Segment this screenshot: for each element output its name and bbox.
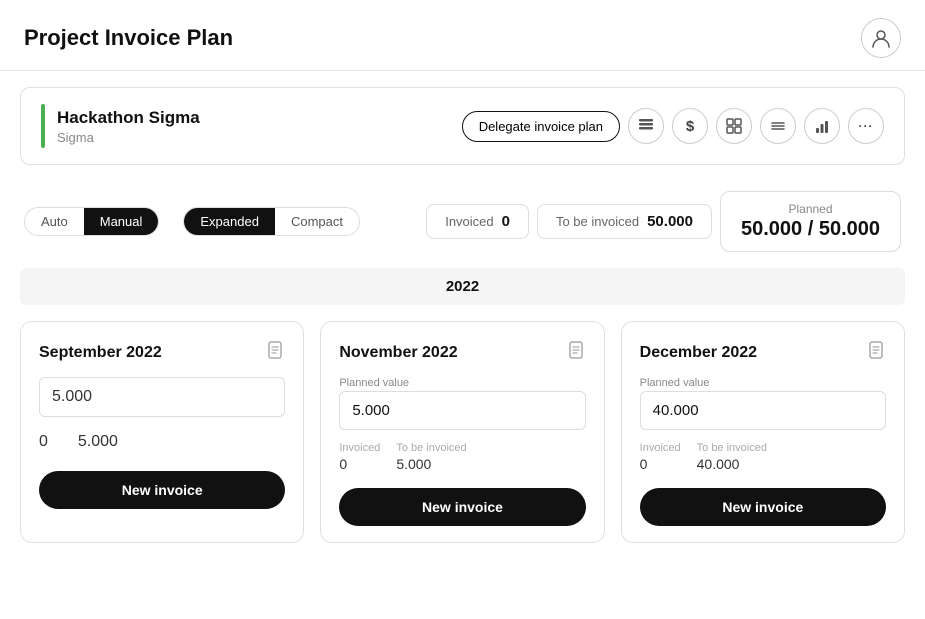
december-invoiced-label: Invoiced [640, 442, 681, 454]
november-title: November 2022 [339, 344, 457, 362]
project-info: Hackathon Sigma Sigma [41, 104, 200, 148]
december-planned-label: Planned value [640, 377, 886, 389]
december-planned-section: Planned value 40.000 [640, 377, 886, 430]
september-doc-icon[interactable] [265, 340, 285, 365]
invoiced-value: 0 [502, 213, 510, 230]
project-name: Hackathon Sigma [57, 108, 200, 128]
november-invoiced-stat: Invoiced 0 [339, 442, 380, 472]
november-invoiced-label: Invoiced [339, 442, 380, 454]
mode-toggle: Auto Manual [24, 207, 159, 236]
december-card: December 2022 Planned value 40.000 Invoi… [621, 321, 905, 543]
november-card: November 2022 Planned value 5.000 Invoic… [320, 321, 604, 543]
september-header: September 2022 [39, 340, 285, 365]
more-button[interactable]: ··· [848, 108, 884, 144]
december-new-invoice-button[interactable]: New invoice [640, 488, 886, 526]
project-text: Hackathon Sigma Sigma [57, 108, 200, 145]
to-be-invoiced-stat: To be invoiced 50.000 [537, 204, 712, 239]
auto-mode-button[interactable]: Auto [25, 208, 84, 235]
december-doc-icon[interactable] [866, 340, 886, 365]
december-to-be-invoiced-value: 40.000 [697, 456, 767, 472]
december-header: December 2022 [640, 340, 886, 365]
compact-view-button[interactable]: Compact [275, 208, 359, 235]
planned-label: Planned [741, 202, 880, 216]
toolbar: Auto Manual Expanded Compact Invoiced 0 … [0, 181, 925, 262]
project-actions: Delegate invoice plan $ ··· [462, 108, 884, 144]
november-to-be-invoiced-stat: To be invoiced 5.000 [396, 442, 466, 472]
november-invoiced-value: 0 [339, 456, 380, 472]
september-stats: 0 5.000 [39, 429, 285, 455]
november-stats: Invoiced 0 To be invoiced 5.000 [339, 442, 585, 472]
december-invoiced-stat: Invoiced 0 [640, 442, 681, 472]
dollar-button[interactable]: $ [672, 108, 708, 144]
stats-bar: Invoiced 0 To be invoiced 50.000 Planned… [426, 191, 901, 252]
accent-bar [41, 104, 45, 148]
december-to-be-invoiced-label: To be invoiced [697, 442, 767, 454]
november-doc-icon[interactable] [566, 340, 586, 365]
september-title: September 2022 [39, 344, 162, 362]
page-title: Project Invoice Plan [24, 25, 233, 51]
november-to-be-invoiced-value: 5.000 [396, 456, 466, 472]
more-icon: ··· [859, 119, 874, 133]
september-invoiced-value: 0 [39, 433, 48, 451]
layers-button[interactable] [628, 108, 664, 144]
user-avatar-button[interactable] [861, 18, 901, 58]
december-title: December 2022 [640, 344, 757, 362]
november-header: November 2022 [339, 340, 585, 365]
lines-button[interactable] [760, 108, 796, 144]
november-planned-input[interactable]: 5.000 [339, 391, 585, 430]
page-header: Project Invoice Plan [0, 0, 925, 71]
invoiced-label: Invoiced [445, 214, 493, 229]
december-stats: Invoiced 0 To be invoiced 40.000 [640, 442, 886, 472]
to-be-invoiced-label: To be invoiced [556, 214, 639, 229]
year-row: 2022 [20, 268, 905, 305]
december-to-be-invoiced-stat: To be invoiced 40.000 [697, 442, 767, 472]
grid-button[interactable] [716, 108, 752, 144]
planned-stat: Planned 50.000 / 50.000 [720, 191, 901, 252]
bars-button[interactable] [804, 108, 840, 144]
september-planned-value: 5.000 [52, 388, 272, 406]
invoiced-stat: Invoiced 0 [426, 204, 529, 239]
november-to-be-invoiced-label: To be invoiced [396, 442, 466, 454]
cards-grid: September 2022 5.000 0 5.000 New invoice… [0, 321, 925, 563]
november-new-invoice-button[interactable]: New invoice [339, 488, 585, 526]
project-card: Hackathon Sigma Sigma Delegate invoice p… [20, 87, 905, 165]
dollar-icon: $ [686, 118, 694, 135]
december-invoiced-value: 0 [640, 456, 681, 472]
november-planned-section: Planned value 5.000 [339, 377, 585, 430]
view-toggle: Expanded Compact [183, 207, 360, 236]
november-planned-label: Planned value [339, 377, 585, 389]
to-be-invoiced-value: 50.000 [647, 213, 693, 230]
december-planned-input[interactable]: 40.000 [640, 391, 886, 430]
manual-mode-button[interactable]: Manual [84, 208, 159, 235]
september-to-be-invoiced-value: 5.000 [78, 433, 118, 451]
delegate-button[interactable]: Delegate invoice plan [462, 111, 620, 142]
planned-value: 50.000 / 50.000 [741, 218, 880, 241]
september-card: September 2022 5.000 0 5.000 New invoice [20, 321, 304, 543]
september-new-invoice-button[interactable]: New invoice [39, 471, 285, 509]
project-subtitle: Sigma [57, 130, 200, 145]
expanded-view-button[interactable]: Expanded [184, 208, 275, 235]
